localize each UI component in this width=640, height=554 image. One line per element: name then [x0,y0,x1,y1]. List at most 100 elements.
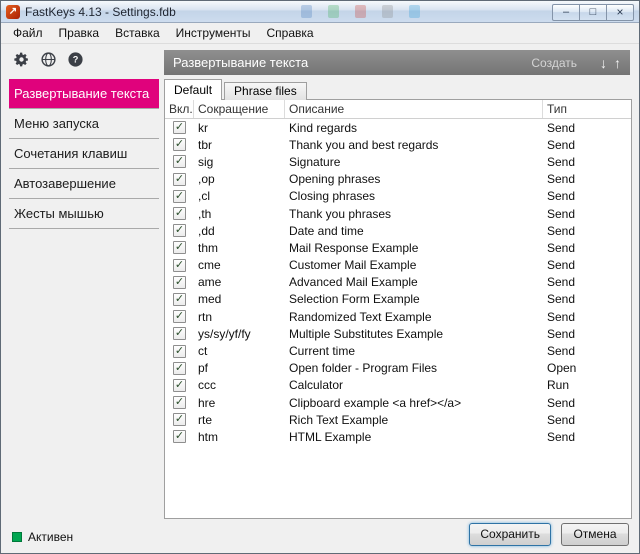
row-enabled-checkbox[interactable]: ✓ [173,396,186,409]
row-enabled-checkbox[interactable]: ✓ [173,155,186,168]
row-description: Mail Response Example [285,241,543,255]
row-enabled-checkbox[interactable]: ✓ [173,327,186,340]
row-description: HTML Example [285,430,543,444]
table-row[interactable]: ✓rteRich Text ExampleSend [165,411,631,428]
menu-item[interactable]: Файл [5,24,51,42]
save-button[interactable]: Сохранить [469,523,551,546]
table-row[interactable]: ✓ys/sy/yf/fyMultiple Substitutes Example… [165,325,631,342]
language-button[interactable] [38,51,59,72]
help-button[interactable]: ? [65,51,86,72]
sidebar-item[interactable]: Автозавершение [9,169,159,199]
settings-button[interactable] [11,51,32,72]
sidebar-item[interactable]: Меню запуска [9,109,159,139]
row-type: Open [543,361,631,375]
menu-item[interactable]: Инструменты [168,24,259,42]
column-header: Тип [543,100,631,118]
row-enabled-checkbox[interactable]: ✓ [173,379,186,392]
row-enabled-checkbox[interactable]: ✓ [173,138,186,151]
row-type: Send [543,224,631,238]
row-abbreviation: ,dd [194,224,285,238]
row-type: Send [543,396,631,410]
row-checkbox-cell: ✓ [165,413,194,426]
table-row[interactable]: ✓,clClosing phrasesSend [165,188,631,205]
row-type: Send [543,275,631,289]
desktop-icon-reflection [409,5,420,18]
row-enabled-checkbox[interactable]: ✓ [173,413,186,426]
row-enabled-checkbox[interactable]: ✓ [173,207,186,220]
row-description: Randomized Text Example [285,310,543,324]
row-type: Send [543,344,631,358]
tab-default[interactable]: Default [164,79,222,100]
row-enabled-checkbox[interactable]: ✓ [173,121,186,134]
app-window: ↗ FastKeys 4.13 - Settings.fdb – □ × Фай… [0,0,640,554]
table-row[interactable]: ✓,ddDate and timeSend [165,222,631,239]
row-type: Send [543,121,631,135]
menu-item[interactable]: Вставка [107,24,168,42]
table-header-row: Вкл.СокращениеОписаниеТип [165,100,631,119]
row-checkbox-cell: ✓ [165,259,194,272]
move-up-icon[interactable]: ↑ [614,56,621,70]
row-enabled-checkbox[interactable]: ✓ [173,430,186,443]
section-header: Развертывание текста Создать ↓ ↑ [164,50,630,75]
section-title: Развертывание текста [173,55,531,70]
row-abbreviation: ame [194,275,285,289]
row-enabled-checkbox[interactable]: ✓ [173,259,186,272]
row-type: Send [543,241,631,255]
row-enabled-checkbox[interactable]: ✓ [173,241,186,254]
maximize-button[interactable]: □ [579,4,607,21]
menu-item[interactable]: Правка [51,24,108,42]
row-abbreviation: kr [194,121,285,135]
move-down-icon[interactable]: ↓ [600,56,607,70]
table-row[interactable]: ✓cccCalculatorRun [165,377,631,394]
row-checkbox-cell: ✓ [165,224,194,237]
row-enabled-checkbox[interactable]: ✓ [173,173,186,186]
table-row[interactable]: ✓,thThank you phrasesSend [165,205,631,222]
table-row[interactable]: ✓medSelection Form ExampleSend [165,291,631,308]
table-row[interactable]: ✓sigSignatureSend [165,153,631,170]
row-enabled-checkbox[interactable]: ✓ [173,293,186,306]
minimize-button[interactable]: – [552,4,580,21]
row-enabled-checkbox[interactable]: ✓ [173,345,186,358]
row-enabled-checkbox[interactable]: ✓ [173,224,186,237]
app-icon: ↗ [6,5,20,19]
sidebar-item[interactable]: Развертывание текста [9,79,159,109]
window-controls: – □ × [553,4,634,21]
row-enabled-checkbox[interactable]: ✓ [173,276,186,289]
create-button[interactable]: Создать [531,56,577,70]
titlebar: ↗ FastKeys 4.13 - Settings.fdb – □ × [1,1,639,23]
row-type: Send [543,155,631,169]
table-row[interactable]: ✓ctCurrent timeSend [165,342,631,359]
table-row[interactable]: ✓cmeCustomer Mail ExampleSend [165,257,631,274]
row-checkbox-cell: ✓ [165,138,194,151]
sidebar-item[interactable]: Сочетания клавиш [9,139,159,169]
row-abbreviation: ys/sy/yf/fy [194,327,285,341]
table-row[interactable]: ✓hreClipboard example <a href></a>Send [165,394,631,411]
menu-item[interactable]: Справка [259,24,322,42]
row-enabled-checkbox[interactable]: ✓ [173,190,186,203]
row-enabled-checkbox[interactable]: ✓ [173,310,186,323]
column-header: Описание [285,100,543,118]
row-checkbox-cell: ✓ [165,155,194,168]
sidebar-item[interactable]: Жесты мышью [9,199,159,229]
table-row[interactable]: ✓thmMail Response ExampleSend [165,239,631,256]
row-description: Closing phrases [285,189,543,203]
table-row[interactable]: ✓ameAdvanced Mail ExampleSend [165,274,631,291]
row-enabled-checkbox[interactable]: ✓ [173,362,186,375]
row-description: Customer Mail Example [285,258,543,272]
status-text: Активен [28,530,73,544]
row-checkbox-cell: ✓ [165,190,194,203]
table-row[interactable]: ✓tbrThank you and best regardsSend [165,136,631,153]
close-button[interactable]: × [606,4,634,21]
table-row[interactable]: ✓ krKind regardsSend [165,119,631,136]
table-row[interactable]: ✓rtnRandomized Text ExampleSend [165,308,631,325]
row-description: Kind regards [285,121,543,135]
tab-phrase-files[interactable]: Phrase files [224,82,307,100]
table-row[interactable]: ✓htmHTML ExampleSend [165,428,631,445]
table-row[interactable]: ✓pfOpen folder - Program FilesOpen [165,360,631,377]
row-checkbox-cell: ✓ [165,430,194,443]
desktop-icon-reflection [301,5,312,18]
table-row[interactable]: ✓,opOpening phrasesSend [165,171,631,188]
row-checkbox-cell: ✓ [165,293,194,306]
cancel-button[interactable]: Отмена [561,523,629,546]
row-checkbox-cell: ✓ [165,276,194,289]
